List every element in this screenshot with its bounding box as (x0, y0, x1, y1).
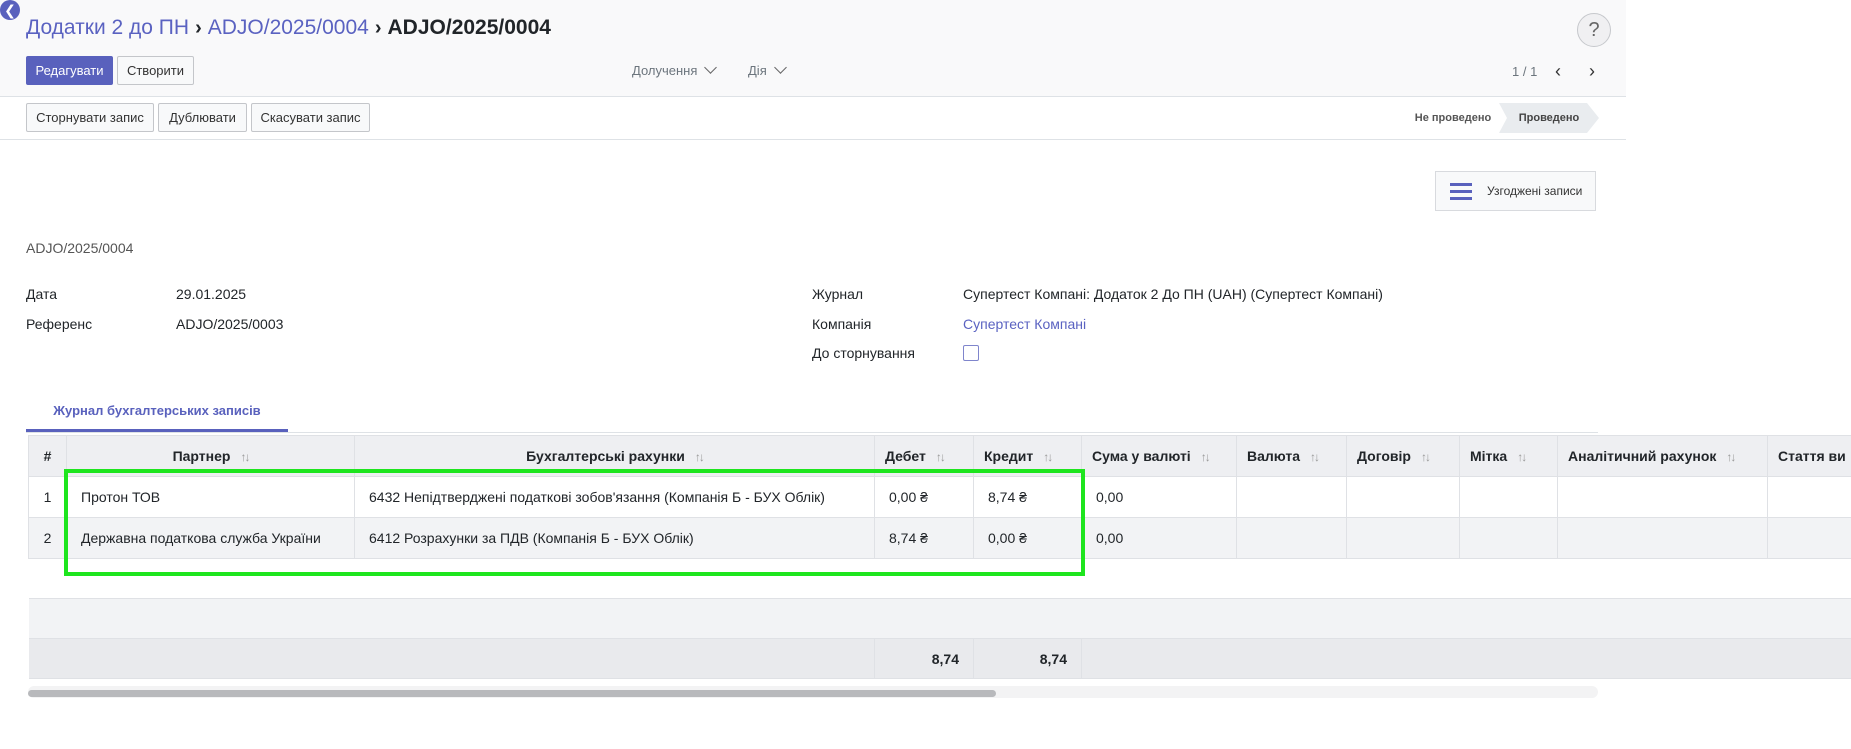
to-reverse-label: До сторнування (812, 345, 915, 361)
sort-icon: ↑↓ (935, 450, 946, 464)
empty-row (28, 598, 1851, 639)
row-analytic-account[interactable] (1557, 476, 1768, 518)
company-link[interactable]: Супертест Компані (963, 316, 1086, 332)
reconciled-entries-button[interactable]: Узгоджені записи (1435, 171, 1596, 211)
tab-journal-items[interactable]: Журнал бухгалтерських записів (26, 392, 288, 432)
sort-icon: ↑↓ (1310, 450, 1320, 464)
table-header-row: # Партнер ↑↓ Бухгалтерські рахунки ↑↓ Дебе… (28, 435, 1851, 477)
chevron-down-icon (704, 61, 718, 74)
journal-value: Супертест Компані: Додаток 2 До ПН (UAH)… (963, 286, 1383, 302)
sort-icon: ↑↓ (240, 450, 250, 464)
totals-spacer (28, 638, 875, 679)
total-credit: 8,74 (973, 638, 1082, 679)
print-dropdown-label: Долучення (632, 63, 698, 78)
row-account[interactable]: 6412 Розрахунки за ПДВ (Компанія Б - БУХ… (354, 517, 875, 559)
row-debit[interactable]: 0,00 ₴ (874, 476, 974, 518)
breadcrumb-current: ADJO/2025/0004 (387, 16, 551, 39)
empty-cell (28, 558, 1851, 599)
sort-icon: ↑↓ (1726, 450, 1736, 464)
row-contract[interactable] (1346, 517, 1460, 559)
duplicate-button[interactable]: Дублювати (158, 103, 247, 132)
column-header-credit[interactable]: Кредит ↑↓ (973, 435, 1082, 477)
status-draft[interactable]: Не проведено (1405, 103, 1501, 133)
row-credit[interactable]: 0,00 ₴ (973, 517, 1082, 559)
breadcrumb-parent[interactable]: Додатки 2 до ПН (26, 16, 189, 39)
column-header-budget-item[interactable]: Стаття ви (1767, 435, 1851, 477)
chevron-down-icon (773, 61, 787, 74)
row-currency[interactable] (1236, 517, 1347, 559)
reverse-entry-button[interactable]: Сторнувати запис (26, 103, 154, 132)
date-label: Дата (26, 286, 58, 302)
print-dropdown[interactable]: Долучення (632, 61, 718, 78)
journal-label: Журнал (812, 286, 864, 302)
sort-icon: ↑↓ (1517, 450, 1527, 464)
edit-button[interactable]: Редагувати (26, 56, 113, 85)
row-label[interactable] (1459, 476, 1558, 518)
row-credit[interactable]: 8,74 ₴ (973, 476, 1082, 518)
row-debit[interactable]: 8,74 ₴ (874, 517, 974, 559)
help-button[interactable]: ? (1577, 13, 1611, 47)
chevron-right-icon: › (374, 17, 382, 39)
control-panel (0, 0, 1626, 97)
date-value: 29.01.2025 (176, 286, 247, 302)
to-reverse-checkbox[interactable] (963, 345, 979, 361)
record-name: ADJO/2025/0004 (26, 240, 134, 256)
column-header-account[interactable]: Бухгалтерські рахунки ↑↓ (354, 435, 875, 477)
pager-next-icon[interactable]: › (1582, 62, 1602, 82)
cancel-entry-button[interactable]: Скасувати запис (251, 103, 370, 132)
column-header-partner[interactable]: Партнер ↑↓ (66, 435, 355, 477)
pager-previous-icon[interactable]: ‹ (1548, 62, 1568, 82)
column-header-currency[interactable]: Валюта ↑↓ (1236, 435, 1347, 477)
row-partner[interactable]: Протон ТОВ (66, 476, 355, 518)
status-posted: Проведено (1499, 103, 1599, 133)
row-analytic-account[interactable] (1557, 517, 1768, 559)
horizontal-scrollbar-thumb[interactable] (28, 690, 996, 697)
row-number: 2 (28, 517, 67, 559)
empty-cell (28, 598, 1851, 639)
reference-label: Референс (26, 316, 93, 332)
column-header-debit[interactable]: Дебет ↑↓ (874, 435, 974, 477)
back-icon[interactable]: ❮ (0, 0, 20, 20)
row-account[interactable]: 6432 Непідтверджені податкові зобов'язан… (354, 476, 875, 518)
column-header-label[interactable]: Мітка ↑↓ (1459, 435, 1558, 477)
company-label: Компанія (812, 316, 872, 332)
row-contract[interactable] (1346, 476, 1460, 518)
sort-icon: ↑↓ (1200, 450, 1211, 464)
sort-icon: ↑↓ (1043, 450, 1053, 464)
row-number: 1 (28, 476, 67, 518)
create-button[interactable]: Створити (117, 56, 194, 85)
journal-items-table: # Партнер ↑↓ Бухгалтерські рахунки ↑↓ Дебе… (28, 435, 1851, 679)
column-header-amount-currency[interactable]: Сума у валюті ↑↓ (1081, 435, 1237, 477)
row-amount-currency[interactable]: 0,00 (1081, 517, 1237, 559)
sort-icon: ↑↓ (694, 450, 705, 464)
row-currency[interactable] (1236, 476, 1347, 518)
column-header-analytic-account[interactable]: Аналітичний рахунок ↑↓ (1557, 435, 1768, 477)
sort-icon: ↑↓ (1420, 450, 1431, 464)
total-debit: 8,74 (874, 638, 974, 679)
row-amount-currency[interactable]: 0,00 (1081, 476, 1237, 518)
chevron-right-icon: › (195, 17, 202, 39)
table-row[interactable]: 2 Державна податкова служба України 6412… (28, 517, 1851, 559)
empty-row (28, 558, 1851, 599)
row-budget-item[interactable] (1767, 476, 1851, 518)
list-icon (1450, 179, 1472, 204)
action-dropdown-label: Дія (748, 63, 767, 78)
reconciled-entries-label: Узгоджені записи (1487, 184, 1583, 198)
row-budget-item[interactable] (1767, 517, 1851, 559)
column-header-contract[interactable]: Договір ↑↓ (1346, 435, 1460, 477)
reference-value: ADJO/2025/0003 (176, 316, 284, 332)
table-row[interactable]: 1 Протон ТОВ 6432 Непідтверджені податко… (28, 476, 1851, 518)
totals-row: 8,74 8,74 (28, 638, 1851, 679)
column-header-number: # (28, 435, 67, 477)
row-label[interactable] (1459, 517, 1558, 559)
pager-value[interactable]: 1 / 1 (1512, 64, 1537, 79)
row-partner[interactable]: Державна податкова служба України (66, 517, 355, 559)
breadcrumb: Додатки 2 до ПН › ADJO/2025/0004 › ADJO/2025… (26, 16, 551, 40)
breadcrumb-middle[interactable]: ADJO/2025/0004 (208, 16, 369, 39)
action-dropdown[interactable]: Дія (748, 61, 787, 78)
totals-spacer (1081, 638, 1851, 679)
